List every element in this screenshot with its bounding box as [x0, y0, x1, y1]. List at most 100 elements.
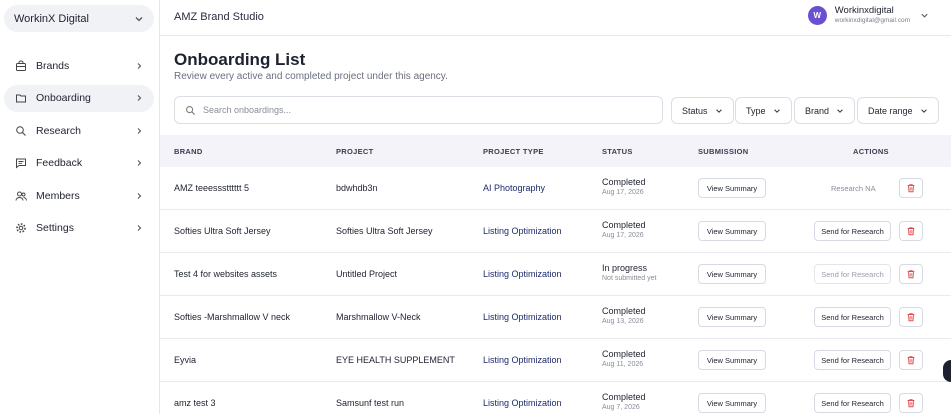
search-box	[174, 96, 663, 124]
status-text: Completed	[602, 349, 646, 359]
brand-filter[interactable]: Brand	[794, 97, 856, 124]
main-content: Onboarding List Review every active and …	[160, 36, 951, 414]
folder-icon	[15, 92, 27, 104]
status-date: Not submitted yet	[602, 275, 657, 282]
date-range-filter[interactable]: Date range	[857, 97, 939, 124]
table-row: Softies -Marshmallow V neck Marshmallow …	[160, 296, 951, 339]
send-for-research-button[interactable]: Send for Research	[814, 221, 891, 241]
sidebar-item-onboarding[interactable]: Onboarding	[4, 84, 154, 112]
trash-icon	[907, 184, 915, 193]
chevron-down-icon	[135, 16, 143, 21]
chevron-right-icon	[135, 62, 143, 70]
sidebar-item-label: Settings	[36, 222, 74, 234]
view-summary-button[interactable]: View Summary	[698, 393, 766, 413]
delete-button[interactable]	[899, 221, 923, 241]
view-summary-button[interactable]: View Summary	[698, 178, 766, 198]
table-row: Test 4 for websites assets Untitled Proj…	[160, 253, 951, 296]
sidebar: WorkinX Digital Brands Onboarding Resear…	[0, 0, 160, 414]
table-row: amz test 3 Samsunf test run Listing Opti…	[160, 382, 951, 414]
sidebar-item-brands[interactable]: Brands	[4, 52, 154, 79]
sidebar-item-label: Members	[36, 189, 80, 202]
status-cell: Completed Aug 13, 2026	[602, 306, 646, 327]
chevron-right-icon	[135, 224, 143, 232]
status-date: Aug 11, 2026	[602, 361, 644, 368]
status-text: Completed	[602, 220, 646, 230]
project-type-cell: AI Photography	[483, 183, 546, 193]
sidebar-item-label: Feedback	[36, 157, 83, 169]
delete-button[interactable]	[899, 307, 923, 327]
project-type-cell: Listing Optimization	[483, 269, 562, 279]
sidebar-item-label: Brands	[36, 59, 70, 72]
search-input[interactable]	[203, 105, 643, 115]
status-cell: Completed Aug 7, 2026	[602, 392, 646, 413]
view-summary-button[interactable]: View Summary	[698, 221, 766, 241]
project-type-cell: Listing Optimization	[483, 355, 562, 365]
brand-cell: Softies -Marshmallow V neck	[174, 312, 291, 322]
filter-label: Brand	[805, 105, 830, 116]
workspace-switcher[interactable]: WorkinX Digital	[4, 5, 154, 32]
status-cell: Completed Aug 17, 2026	[602, 220, 646, 241]
project-cell: Marshmallow V-Neck	[336, 312, 421, 322]
delete-button[interactable]	[899, 178, 923, 198]
status-cell: Completed Aug 11, 2026	[602, 349, 646, 370]
page-title: Onboarding List	[174, 50, 306, 69]
send-for-research-button[interactable]: Send for Research	[814, 393, 891, 413]
chevron-right-icon	[135, 192, 143, 200]
send-for-research-button[interactable]: Send for Research	[814, 350, 891, 370]
status-text: Completed	[602, 306, 646, 316]
column-header-project-type: PROJECT TYPE	[483, 147, 544, 156]
project-cell: Untitled Project	[336, 269, 398, 279]
view-summary-button[interactable]: View Summary	[698, 264, 766, 284]
send-for-research-button: Send for Research	[814, 264, 891, 284]
status-text: Completed	[602, 392, 646, 402]
user-menu[interactable]: W Workinxdigital workinxdigital@gmail.co…	[807, 5, 929, 25]
status-date: Aug 17, 2026	[602, 189, 644, 196]
app-title: AMZ Brand Studio	[174, 11, 264, 23]
side-panel-handle[interactable]	[943, 360, 951, 382]
column-header-submission: SUBMISSION	[698, 147, 749, 156]
sidebar-item-feedback[interactable]: Feedback	[4, 150, 154, 177]
table-row: AMZ teeessstttttt 5 bdwhdb3n AI Photogra…	[160, 167, 951, 210]
search-icon	[185, 105, 196, 116]
project-type-cell: Listing Optimization	[483, 226, 562, 236]
trash-icon	[907, 399, 915, 408]
brand-cell: Test 4 for websites assets	[174, 269, 278, 279]
delete-button[interactable]	[899, 350, 923, 370]
delete-button[interactable]	[899, 264, 923, 284]
status-date: Aug 7, 2026	[602, 404, 640, 411]
user-info: Workinxdigital workinxdigital@gmail.com	[835, 5, 910, 25]
trash-icon	[907, 270, 915, 279]
workspace-name: WorkinX Digital	[14, 12, 89, 25]
trash-icon	[907, 227, 915, 236]
app: WorkinX Digital Brands Onboarding Resear…	[0, 0, 951, 414]
send-for-research-button[interactable]: Send for Research	[814, 307, 891, 327]
filter-label: Date range	[868, 105, 913, 116]
project-cell: Samsunf test run	[336, 398, 405, 408]
brand-cell: Softies Ultra Soft Jersey	[174, 226, 271, 236]
sidebar-item-label: Research	[36, 124, 81, 137]
gear-icon	[15, 222, 27, 234]
sidebar-item-research[interactable]: Research	[4, 117, 154, 144]
type-filter[interactable]: Type	[735, 97, 792, 124]
status-text: Completed	[602, 177, 646, 187]
view-summary-button[interactable]: View Summary	[698, 307, 766, 327]
chat-icon	[15, 157, 27, 169]
chevron-down-icon	[773, 108, 780, 113]
status-date: Aug 13, 2026	[602, 318, 644, 325]
sidebar-item-members[interactable]: Members	[4, 182, 154, 209]
sidebar-item-settings[interactable]: Settings	[4, 215, 154, 242]
status-filter[interactable]: Status	[671, 97, 734, 124]
delete-button[interactable]	[899, 393, 923, 413]
user-name: Workinxdigital	[834, 5, 894, 16]
users-icon	[15, 190, 27, 202]
column-header-project: PROJECT	[336, 147, 374, 156]
user-email: workinxdigital@gmail.com	[834, 17, 910, 24]
sidebar-nav: Brands Onboarding Research Feedback Memb	[4, 52, 154, 247]
avatar: W	[807, 5, 827, 25]
search-icon	[15, 125, 27, 137]
page-subtitle: Review every active and completed projec…	[174, 71, 448, 82]
view-summary-button[interactable]: View Summary	[698, 350, 766, 370]
table-header: BRAND PROJECT PROJECT TYPE STATUS SUBMIS…	[160, 135, 951, 167]
chevron-down-icon	[837, 108, 843, 113]
table-row: Eyvia EYE HEALTH SUPPLEMENT Listing Opti…	[160, 339, 951, 382]
